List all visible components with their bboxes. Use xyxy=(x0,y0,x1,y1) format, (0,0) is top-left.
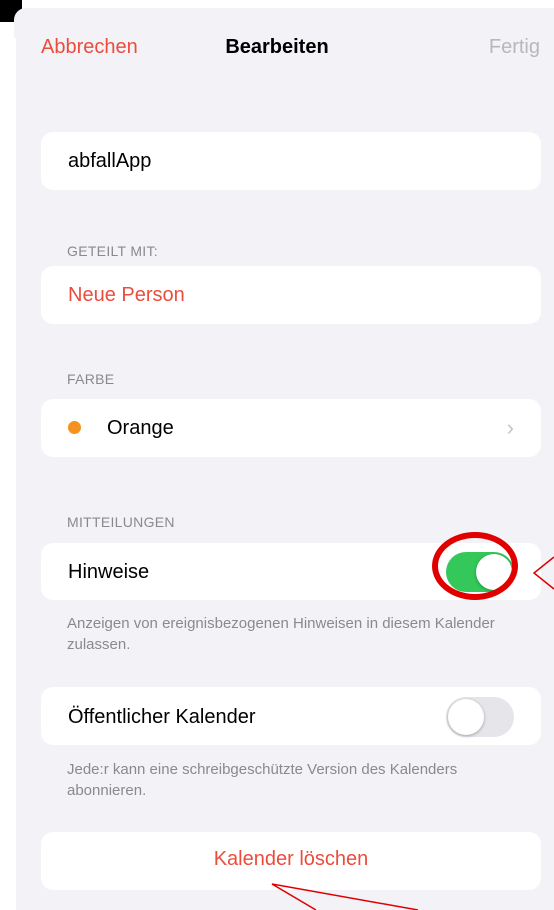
delete-calendar-row[interactable]: Kalender löschen xyxy=(41,832,541,890)
public-calendar-footnote: Jede:r kann eine schreibgeschützte Versi… xyxy=(67,761,458,799)
public-calendar-toggle[interactable] xyxy=(446,697,514,737)
done-button[interactable]: Fertig xyxy=(489,36,540,59)
toggle-knob xyxy=(448,699,484,735)
page-title: Bearbeiten xyxy=(225,36,329,58)
add-person-row[interactable]: Neue Person xyxy=(41,266,541,324)
color-row[interactable]: Orange › xyxy=(41,399,541,457)
calendar-name-value: abfallApp xyxy=(68,150,152,172)
alerts-footnote: Anzeigen von ereignisbezogenen Hinweisen… xyxy=(67,615,495,653)
color-swatch xyxy=(68,421,81,434)
shared-with-section-label: GETEILT MIT: xyxy=(67,243,158,259)
chevron-right-icon: › xyxy=(506,415,514,440)
public-calendar-label: Öffentlicher Kalender xyxy=(68,706,256,728)
notifications-section-label: MITTEILUNGEN xyxy=(67,514,175,530)
sheet-corner xyxy=(14,8,44,38)
calendar-name-field[interactable]: abfallApp xyxy=(41,132,541,190)
annotation-circle xyxy=(432,532,518,600)
color-value: Orange xyxy=(107,417,174,439)
delete-calendar-button[interactable]: Kalender löschen xyxy=(41,848,541,871)
color-section-label: FARBE xyxy=(67,371,115,387)
add-person-link[interactable]: Neue Person xyxy=(68,284,185,307)
alerts-label: Hinweise xyxy=(68,561,150,583)
public-calendar-row: Öffentlicher Kalender xyxy=(41,687,541,745)
